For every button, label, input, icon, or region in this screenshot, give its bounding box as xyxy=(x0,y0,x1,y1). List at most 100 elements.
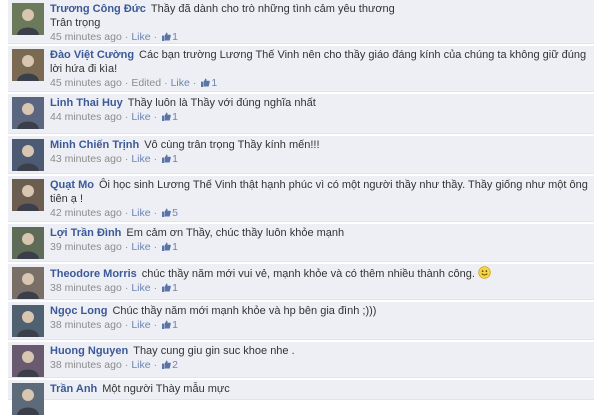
comment-content: Theodore Morris chúc thầy năm mới vui vẻ,… xyxy=(50,266,588,281)
thumbs-up-icon[interactable] xyxy=(201,78,211,87)
like-button[interactable]: Like xyxy=(131,359,150,371)
avatar[interactable] xyxy=(12,179,44,211)
like-button[interactable]: Like xyxy=(131,207,150,219)
smiley-icon xyxy=(478,266,491,279)
like-count[interactable]: 1 xyxy=(172,319,178,331)
comment-item: Trương Công Đức Thầy đã dành cho trò nhữn… xyxy=(8,0,594,44)
meta-separator: · xyxy=(124,241,129,253)
thumbs-up-icon[interactable] xyxy=(162,154,171,163)
like-count[interactable]: 1 xyxy=(172,241,178,253)
comment-timestamp[interactable]: 45 minutes ago xyxy=(50,31,122,43)
comment-meta: 45 minutes ago · Like · 1 xyxy=(50,31,588,44)
comment-author-link[interactable]: Huong Nguyen xyxy=(50,345,128,357)
comment-meta: 38 minutes ago · Like · 1 xyxy=(50,282,588,295)
avatar[interactable] xyxy=(12,267,44,299)
like-button[interactable]: Like xyxy=(131,319,150,331)
comment-body: Trương Công Đức Thầy đã dành cho trò nhữn… xyxy=(50,2,588,44)
comment-timestamp[interactable]: 38 minutes ago xyxy=(50,319,122,331)
meta-separator: · xyxy=(124,153,129,165)
comment-meta: 38 minutes ago · Like · 2 xyxy=(50,359,588,372)
thumbs-up-icon[interactable] xyxy=(162,360,171,369)
comment-text: Em cảm ơn Thầy, chúc thầy luôn khỏe mạnh xyxy=(126,227,345,239)
comment-timestamp[interactable]: 43 minutes ago xyxy=(50,153,122,165)
avatar[interactable] xyxy=(12,345,44,377)
thumbs-up-icon[interactable] xyxy=(162,112,171,121)
comment-body: Quạt Mo Ôi học sinh Lương Thế Vinh thật h… xyxy=(50,178,588,220)
comment-content: Quạt Mo Ôi học sinh Lương Thế Vinh thật h… xyxy=(50,178,588,206)
comment-timestamp[interactable]: 38 minutes ago xyxy=(50,359,122,371)
comment-text: Một người Thày mẫu mực xyxy=(102,383,230,395)
meta-separator: · xyxy=(124,282,129,294)
thumbs-up-icon[interactable] xyxy=(162,320,171,329)
thumbs-up-icon[interactable] xyxy=(162,208,171,217)
comment-author-link[interactable]: Trần Anh xyxy=(50,383,97,395)
comment-meta: 45 minutes ago · Edited · Like · 1 xyxy=(50,77,588,90)
comment-author-link[interactable]: Đào Việt Cường xyxy=(50,49,134,61)
like-button[interactable]: Like xyxy=(131,153,150,165)
comment-text: Chúc thầy năm mới mạnh khỏe và hp bên gi… xyxy=(112,305,377,317)
meta-separator: · xyxy=(124,359,129,371)
avatar[interactable] xyxy=(12,139,44,171)
meta-separator: · xyxy=(153,153,158,165)
edited-label[interactable]: Edited xyxy=(131,77,161,89)
comment-author-link[interactable]: Ngọc Long xyxy=(50,305,107,317)
comment-timestamp[interactable]: 38 minutes ago xyxy=(50,282,122,294)
like-count[interactable]: 1 xyxy=(172,282,178,294)
comment-text: chúc thầy năm mới vui vẻ, mạnh khỏe và c… xyxy=(141,268,475,280)
avatar[interactable] xyxy=(12,305,44,337)
comment-author-link[interactable]: Theodore Morris xyxy=(50,268,137,280)
comment-content: Linh Thai Huy Thầy luôn là Thầy với đúng … xyxy=(50,96,588,110)
meta-separator: · xyxy=(153,359,158,371)
comment-content: Trương Công Đức Thầy đã dành cho trò nhữn… xyxy=(50,2,588,30)
like-count[interactable]: 1 xyxy=(172,31,178,43)
comment-author-link[interactable]: Linh Thai Huy xyxy=(50,97,123,109)
comment-list: Trương Công Đức Thầy đã dành cho trò nhữn… xyxy=(0,0,600,415)
comment-text: Thầy luôn là Thầy với đúng nghĩa nhất xyxy=(127,97,316,109)
avatar[interactable] xyxy=(12,97,44,129)
avatar[interactable] xyxy=(12,383,44,415)
comment-timestamp[interactable]: 44 minutes ago xyxy=(50,111,122,123)
comment-body: Linh Thai Huy Thầy luôn là Thầy với đúng … xyxy=(50,96,588,124)
comment-body: Lợi Trần Đình Em cảm ơn Thầy, chúc thầy l… xyxy=(50,226,588,254)
comment-timestamp[interactable]: 42 minutes ago xyxy=(50,207,122,219)
meta-separator: · xyxy=(164,77,168,89)
meta-separator: · xyxy=(153,319,158,331)
comment-body: Minh Chiến Trịnh Vô cùng trân trọng Thầy … xyxy=(50,138,588,166)
like-button[interactable]: Like xyxy=(131,282,150,294)
comment-timestamp[interactable]: 39 minutes ago xyxy=(50,241,122,253)
thumbs-up-icon[interactable] xyxy=(162,32,171,41)
comment-item: Minh Chiến Trịnh Vô cùng trân trọng Thầy … xyxy=(8,136,594,174)
avatar[interactable] xyxy=(12,49,44,81)
comment-item: Lợi Trần Đình Em cảm ơn Thầy, chúc thầy l… xyxy=(8,224,594,262)
like-count[interactable]: 5 xyxy=(172,207,178,219)
avatar[interactable] xyxy=(12,3,44,35)
meta-separator: · xyxy=(153,207,158,219)
like-count[interactable]: 1 xyxy=(211,77,217,89)
comment-body: Trần Anh Một người Thày mẫu mực xyxy=(50,382,588,396)
thumbs-up-icon[interactable] xyxy=(162,242,171,251)
comment-meta: 44 minutes ago · Like · 1 xyxy=(50,111,588,124)
comment-timestamp[interactable]: 45 minutes ago xyxy=(50,77,122,89)
like-count[interactable]: 2 xyxy=(172,359,178,371)
avatar[interactable] xyxy=(12,227,44,259)
like-button[interactable]: Like xyxy=(131,111,150,123)
comment-content: Huong Nguyen Thay cung giu gin suc khoe n… xyxy=(50,344,588,358)
meta-separator: · xyxy=(124,319,129,331)
meta-separator: · xyxy=(153,111,158,123)
comment-author-link[interactable]: Lợi Trần Đình xyxy=(50,227,121,239)
meta-separator: · xyxy=(153,282,158,294)
meta-separator: · xyxy=(153,31,158,43)
like-count[interactable]: 1 xyxy=(172,111,178,123)
comment-author-link[interactable]: Trương Công Đức xyxy=(50,3,146,15)
like-button[interactable]: Like xyxy=(131,241,150,253)
comment-author-link[interactable]: Minh Chiến Trịnh xyxy=(50,139,139,151)
thumbs-up-icon[interactable] xyxy=(162,283,171,292)
meta-separator: · xyxy=(124,31,129,43)
like-button[interactable]: Like xyxy=(131,31,150,43)
meta-separator: · xyxy=(124,77,129,89)
like-count[interactable]: 1 xyxy=(172,153,178,165)
comment-text: Ôi học sinh Lương Thế Vinh thật hạnh phú… xyxy=(50,179,588,205)
comment-author-link[interactable]: Quạt Mo xyxy=(50,179,94,191)
comment-item: Trần Anh Một người Thày mẫu mực xyxy=(8,380,594,415)
like-button[interactable]: Like xyxy=(171,77,190,89)
